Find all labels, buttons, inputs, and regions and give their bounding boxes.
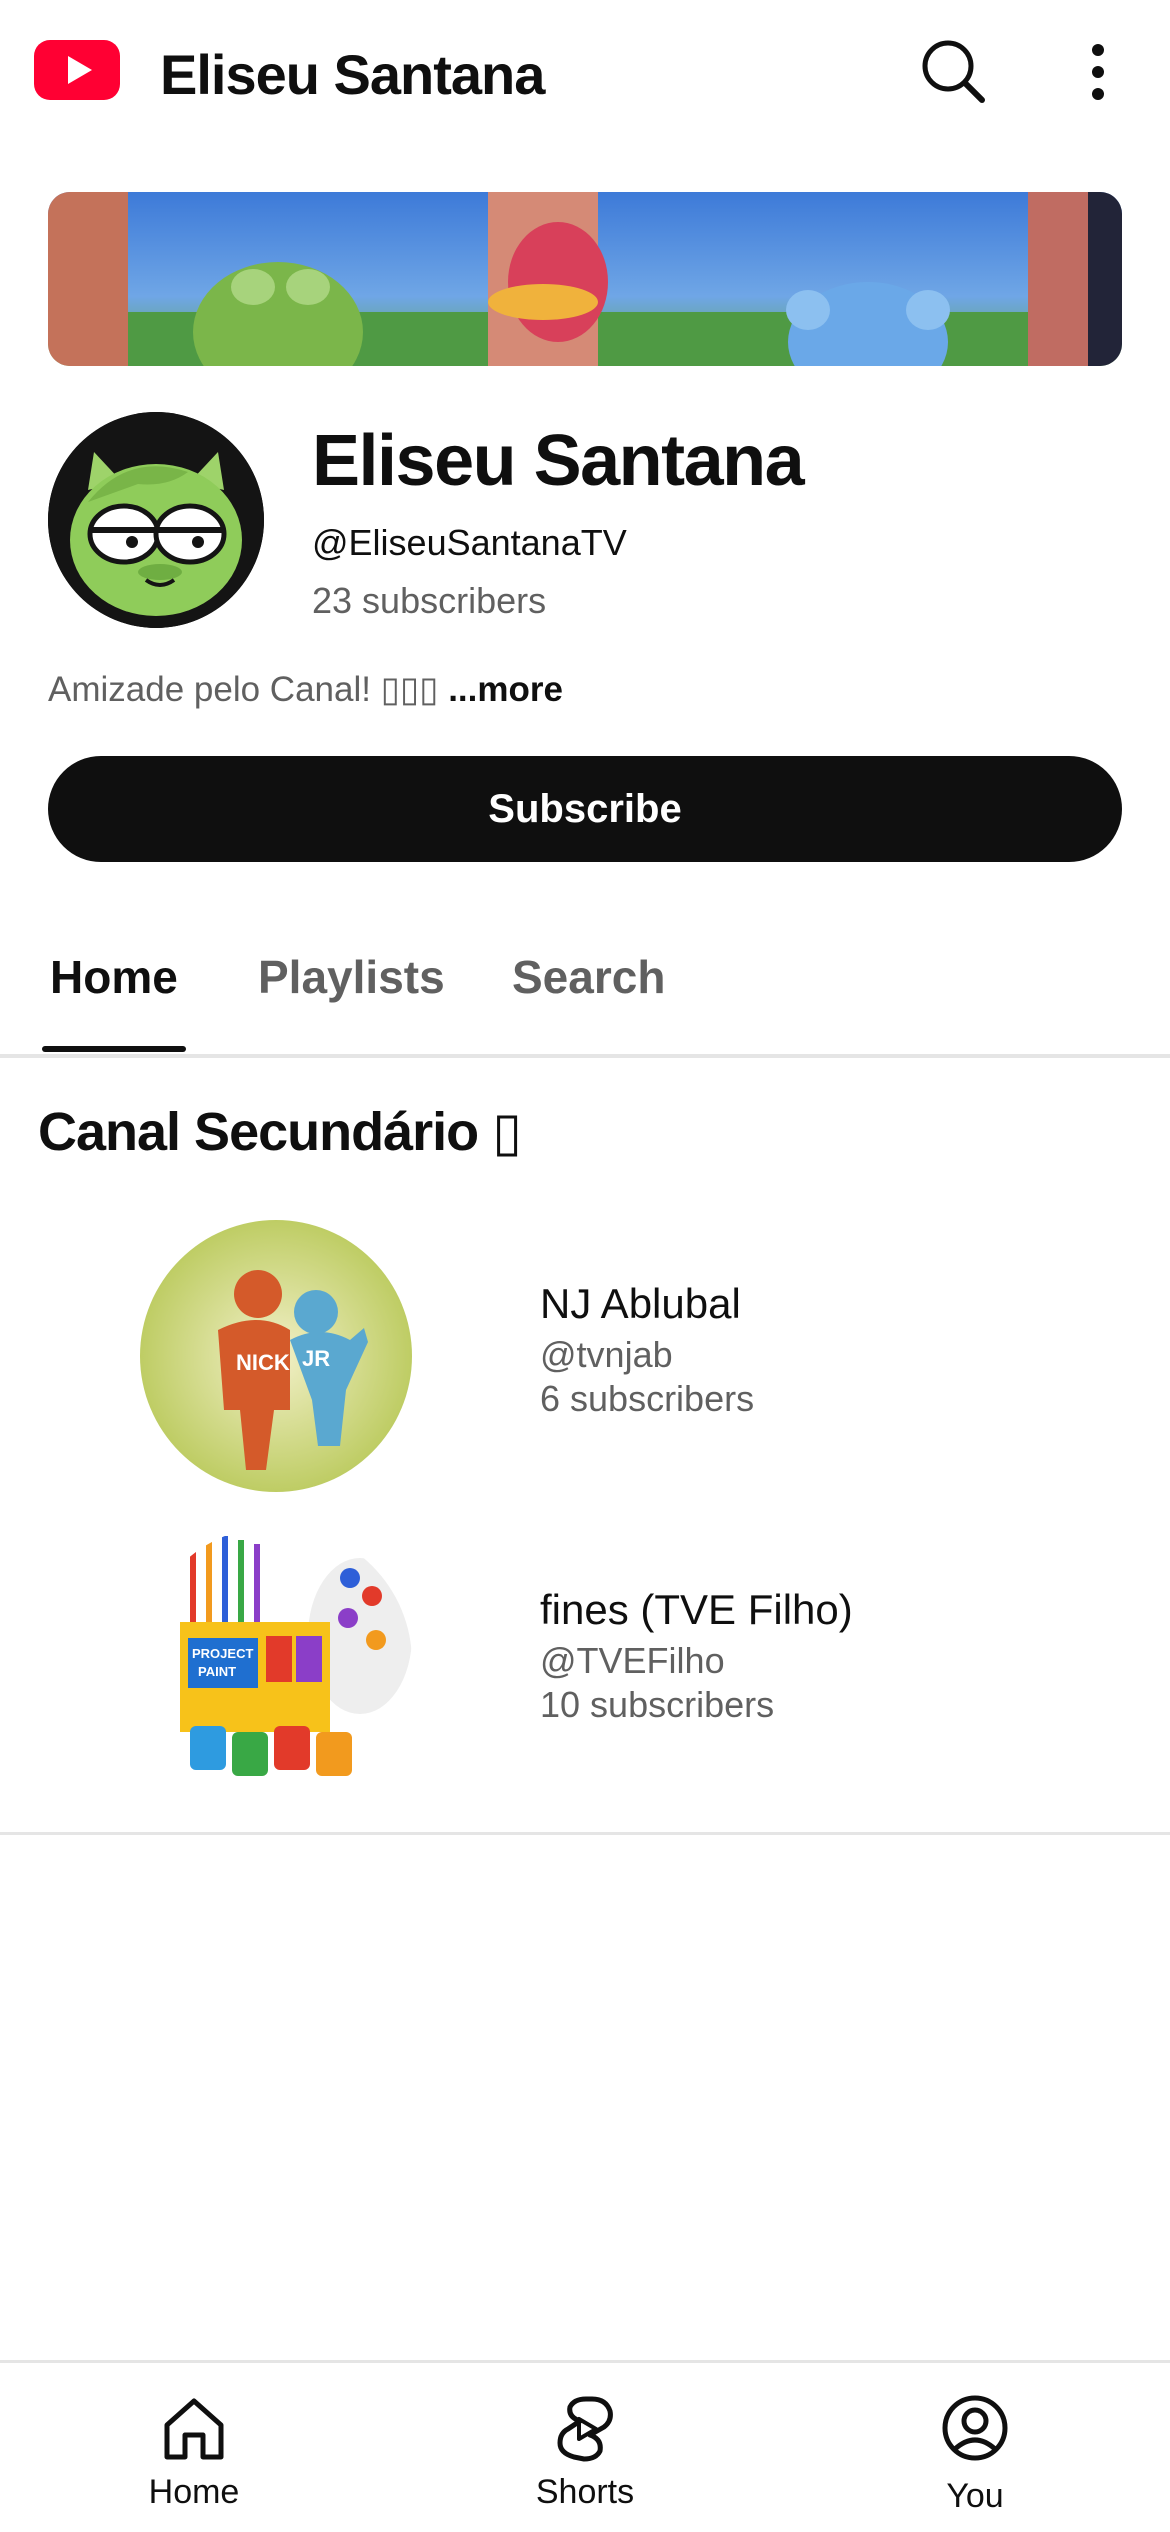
home-icon xyxy=(164,2398,224,2460)
avatar-image xyxy=(48,412,264,628)
youtube-logo-icon[interactable] xyxy=(34,40,120,100)
tab-home[interactable]: Home xyxy=(50,950,178,1004)
channel-tabs: Home Playlists Search xyxy=(0,930,1170,1058)
paint-kit-thumbnail: PROJECT PAINT xyxy=(140,1526,412,1798)
nick-jr-thumbnail: NICK JR xyxy=(140,1220,412,1492)
featured-channel-handle: @tvnjab xyxy=(540,1334,673,1375)
section-title: Canal Secundário ▯ xyxy=(38,1102,522,1162)
channel-banner xyxy=(48,192,1122,366)
featured-channel-subscribers: 10 subscribers xyxy=(540,1684,775,1725)
nav-home-label: Home xyxy=(148,2473,240,2511)
thumb-text-project: PROJECT xyxy=(192,1646,253,1661)
channel-handle: @EliseuSantanaTV xyxy=(312,522,627,563)
channel-description-text: Amizade pelo Canal! ▯▯▯ xyxy=(48,670,439,709)
thumb-text-nick: NICK xyxy=(236,1350,290,1375)
active-tab-indicator xyxy=(42,1046,186,1052)
featured-channel-avatar[interactable]: PROJECT PAINT xyxy=(140,1526,412,1798)
featured-channel-row[interactable]: PROJECT PAINT fines (TVE Filho) @TVEFilh… xyxy=(0,1526,1170,1806)
featured-channel-name: fines (TVE Filho) xyxy=(540,1586,853,1633)
featured-channel-avatar[interactable]: NICK JR xyxy=(140,1220,412,1492)
top-app-bar: Eliseu Santana xyxy=(0,0,1170,150)
tab-search[interactable]: Search xyxy=(512,950,665,1004)
nav-you-label: You xyxy=(946,2477,1004,2515)
shorts-icon xyxy=(557,2396,613,2462)
account-icon xyxy=(942,2395,1008,2461)
channel-description[interactable]: Amizade pelo Canal! ▯▯▯ ...more xyxy=(48,670,563,710)
channel-subscriber-count: 23 subscribers xyxy=(312,580,547,621)
bottom-navigation: Home Shorts You xyxy=(0,2360,1170,2532)
featured-channel-row[interactable]: NICK JR NJ Ablubal @tvnjab 6 subscribers xyxy=(0,1220,1170,1500)
thumb-text-jr: JR xyxy=(302,1346,330,1371)
description-more-link[interactable]: ...more xyxy=(448,670,563,709)
featured-channel-name: NJ Ablubal xyxy=(540,1280,741,1327)
nav-shorts-label: Shorts xyxy=(535,2473,635,2511)
search-icon[interactable] xyxy=(918,36,988,106)
subscribe-button[interactable]: Subscribe xyxy=(48,756,1122,862)
nav-home[interactable]: Home xyxy=(84,2363,304,2532)
more-options-icon[interactable] xyxy=(1080,40,1116,104)
page-title: Eliseu Santana xyxy=(160,43,545,106)
channel-avatar[interactable] xyxy=(48,412,264,628)
channel-name: Eliseu Santana xyxy=(312,421,805,501)
nav-you[interactable]: You xyxy=(865,2363,1085,2532)
thumb-text-paint: PAINT xyxy=(198,1664,236,1679)
section-divider xyxy=(0,1832,1170,1835)
featured-channel-subscribers: 6 subscribers xyxy=(540,1378,755,1419)
featured-channel-handle: @TVEFilho xyxy=(540,1640,725,1681)
tab-playlists[interactable]: Playlists xyxy=(258,950,445,1004)
nav-shorts[interactable]: Shorts xyxy=(475,2363,695,2532)
banner-image xyxy=(48,192,1122,366)
